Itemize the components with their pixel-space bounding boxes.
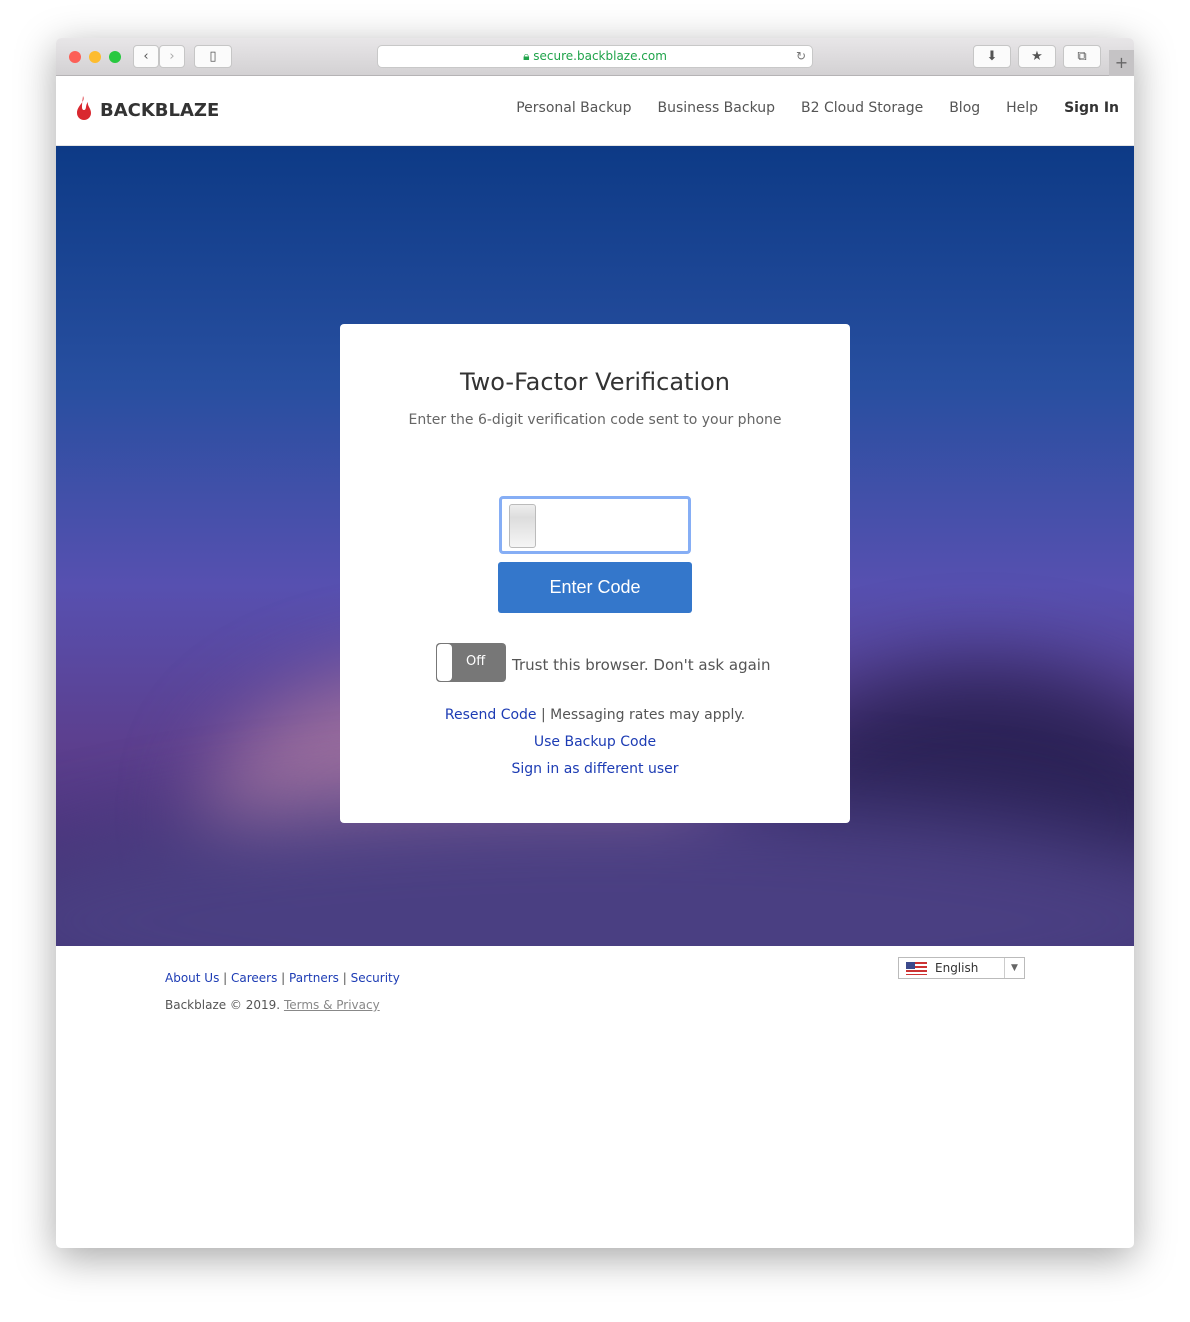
language-value: English [935,961,979,975]
star-icon: ★ [1031,49,1043,64]
nav-b2-cloud-storage[interactable]: B2 Cloud Storage [801,100,923,116]
chevron-right-icon: › [169,49,175,64]
verification-code-input[interactable] [499,496,691,554]
download-icon: ⬇ [986,49,998,64]
phone-icon [509,504,536,548]
back-button[interactable]: ‹ [133,45,159,68]
instructions: Enter the 6-digit verification code sent… [408,412,782,428]
logo[interactable]: BACKBLAZE [74,96,219,124]
plus-icon: + [1114,53,1129,72]
resend-code-link[interactable]: Resend Code [445,707,537,723]
nav-help[interactable]: Help [1006,100,1038,116]
terms-privacy-link[interactable]: Terms & Privacy [284,998,380,1012]
flame-icon [77,96,91,120]
downloads-button[interactable]: ⬇ [973,45,1011,68]
chevron-left-icon: ‹ [143,49,149,64]
zoom-window-button[interactable] [109,51,121,63]
separator: | [540,707,546,723]
nav-sign-in[interactable]: Sign In [1064,100,1119,116]
nav-business-backup[interactable]: Business Backup [658,100,776,116]
nav-personal-backup[interactable]: Personal Backup [516,100,631,116]
caret-down-icon: ▼ [1004,958,1024,978]
minimize-window-button[interactable] [89,51,101,63]
sidebar-button[interactable]: ▯ [194,45,232,68]
footer-security[interactable]: Security [351,971,400,985]
trust-browser-toggle[interactable]: Off [436,643,506,682]
verification-card: Two-Factor Verification Enter the 6-digi… [340,324,850,823]
url-text: secure.backblaze.com [533,49,667,63]
language-select[interactable]: English ▼ [898,957,1025,979]
reader-button[interactable]: ★ [1018,45,1056,68]
forward-button[interactable]: › [159,45,185,68]
page-title: Two-Factor Verification [459,368,731,396]
enter-code-button[interactable]: Enter Code [498,562,692,613]
sign-in-different-user-link[interactable]: Sign in as different user [512,761,679,777]
browser-window: ‹ › ▯ 🔒︎ secure.backblaze.com ↻ ⬇ ★ ⧉ + B… [56,38,1134,1248]
messaging-rates-note: Messaging rates may apply. [550,707,746,723]
reload-icon[interactable]: ↻ [796,46,806,67]
toggle-knob [437,644,452,681]
footer-about-us[interactable]: About Us [165,971,219,985]
browser-toolbar: ‹ › ▯ 🔒︎ secure.backblaze.com ↻ ⬇ ★ ⧉ + [56,38,1134,76]
footer-careers[interactable]: Careers [231,971,277,985]
tabs-button[interactable]: ⧉ [1063,45,1101,68]
close-window-button[interactable] [69,51,81,63]
new-tab-button[interactable]: + [1109,50,1134,76]
sidebar-icon: ▯ [209,49,217,64]
address-bar[interactable]: 🔒︎ secure.backblaze.com ↻ [377,45,813,68]
tabs-icon: ⧉ [1077,49,1087,64]
nav-blog[interactable]: Blog [949,100,980,116]
toggle-state: Off [466,654,486,669]
lock-icon: 🔒︎ [523,49,530,63]
brand-name: BACKBLAZE [100,99,220,121]
hero-background: Two-Factor Verification Enter the 6-digi… [56,146,1134,946]
site-header: BACKBLAZE Personal Backup Business Backu… [56,76,1134,146]
footer-partners[interactable]: Partners [289,971,339,985]
us-flag-icon [906,962,927,975]
trust-browser-label: Trust this browser. Don't ask again [512,656,771,674]
use-backup-code-link[interactable]: Use Backup Code [534,734,656,750]
copyright: Backblaze © 2019. [165,998,281,1012]
